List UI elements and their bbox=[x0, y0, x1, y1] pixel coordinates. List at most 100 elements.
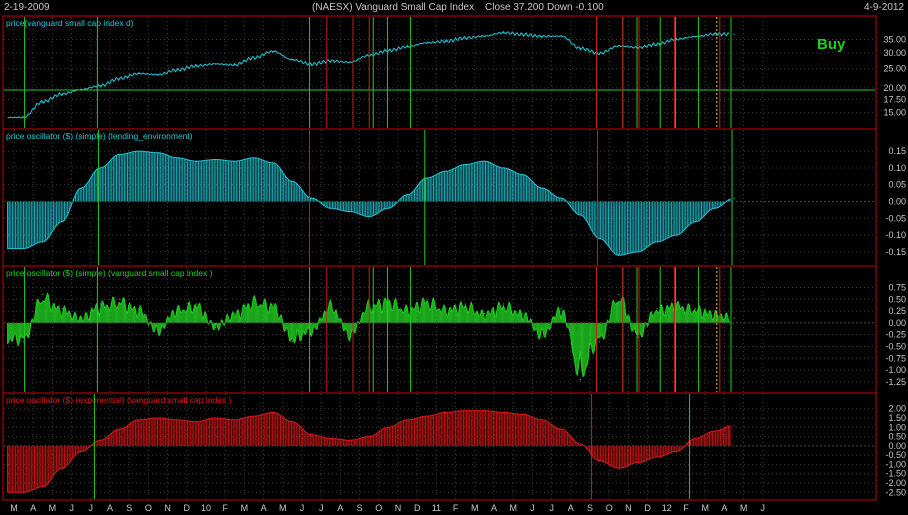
lending-pane-point bbox=[138, 150, 140, 152]
price-point bbox=[119, 77, 121, 80]
lending-pane-point bbox=[445, 170, 447, 172]
exp-osc-pane-point bbox=[579, 443, 582, 445]
x-axis-label: A bbox=[30, 503, 36, 513]
exp-osc-pane-point bbox=[675, 450, 678, 453]
price-point bbox=[426, 42, 428, 44]
price-point bbox=[330, 60, 332, 62]
lending-pane-point bbox=[330, 207, 332, 209]
lending-pane-point bbox=[560, 197, 562, 199]
lending-pane-point bbox=[675, 234, 678, 236]
x-axis-label: A bbox=[337, 503, 343, 513]
simple-osc-pane-point bbox=[215, 326, 217, 329]
simple-osc-pane-point bbox=[157, 331, 159, 333]
x-axis-label: O bbox=[606, 503, 613, 513]
simple-osc-pane-point bbox=[291, 341, 293, 343]
lending-pane-point bbox=[483, 160, 485, 162]
exp-osc-pane-point bbox=[234, 419, 236, 421]
lending-pane-point bbox=[157, 152, 159, 154]
x-axis-label: F bbox=[222, 503, 228, 513]
x-axis-label: M bbox=[509, 503, 517, 513]
simple-osc-pane-point bbox=[675, 303, 678, 305]
simple-osc-pane-point bbox=[253, 298, 255, 300]
lending-pane-tick-label: -0.15 bbox=[885, 247, 906, 257]
exp-osc-pane-point bbox=[42, 486, 44, 488]
price-point bbox=[23, 116, 25, 118]
lending-pane-tick-label: -0.10 bbox=[885, 230, 906, 240]
simple-osc-pane-tick-label: -0.50 bbox=[885, 341, 906, 351]
exp-osc-pane-point bbox=[157, 417, 159, 419]
lending-pane-point bbox=[714, 207, 716, 209]
x-axis-label: S bbox=[126, 503, 132, 513]
simple-osc-pane-tick-label: 0.25 bbox=[888, 306, 906, 316]
exp-osc-pane-point bbox=[195, 421, 197, 423]
exp-osc-pane-point bbox=[138, 419, 140, 421]
lending-pane-tick-label: 0.00 bbox=[888, 197, 906, 207]
simple-osc-pane-title: price oscillator ($) (simple) (vanguard … bbox=[6, 268, 213, 278]
simple-osc-pane-tick-label: -0.75 bbox=[885, 353, 906, 363]
x-axis-label: A bbox=[721, 503, 727, 513]
lending-pane-point bbox=[80, 187, 82, 189]
exp-osc-pane-point bbox=[426, 415, 428, 417]
exp-osc-pane-point bbox=[407, 419, 409, 421]
simple-osc-pane-point bbox=[23, 341, 25, 343]
lending-pane-tick-label: 0.05 bbox=[888, 180, 906, 190]
simple-osc-pane-tick-label: 0.50 bbox=[888, 294, 906, 304]
simple-osc-pane-tick-label: -1.25 bbox=[885, 377, 906, 387]
exp-osc-pane-point bbox=[599, 460, 601, 462]
price-point bbox=[138, 72, 140, 75]
simple-osc-pane-point bbox=[407, 308, 409, 310]
x-axis-label: M bbox=[10, 503, 18, 513]
x-axis-label: M bbox=[241, 503, 249, 513]
lending-pane-point bbox=[253, 157, 255, 159]
lending-pane-point bbox=[291, 180, 293, 182]
price-point bbox=[560, 35, 562, 37]
price-point bbox=[387, 49, 389, 52]
simple-osc-pane-point bbox=[387, 298, 389, 300]
exp-osc-pane-point bbox=[522, 413, 524, 415]
price-point bbox=[637, 46, 639, 49]
x-axis-label: J bbox=[530, 503, 535, 513]
price-pane-frame bbox=[2, 15, 877, 130]
exp-osc-pane-point bbox=[464, 409, 466, 412]
lending-pane-point bbox=[522, 174, 524, 176]
lending-pane-point bbox=[23, 247, 25, 250]
price-point bbox=[733, 33, 735, 35]
x-axis-label: J bbox=[300, 503, 305, 513]
simple-osc-pane-point bbox=[560, 308, 562, 310]
lending-pane-point bbox=[579, 214, 582, 216]
exp-osc-pane-point bbox=[119, 428, 121, 430]
lending-pane-point bbox=[311, 197, 313, 199]
price-point bbox=[695, 36, 697, 38]
price-point bbox=[349, 61, 351, 63]
x-axis-label: M bbox=[701, 503, 709, 513]
chart-area[interactable]: 35.00 30.00 25.00 20.0017.50 15.00 Buy price(v… bbox=[0, 0, 908, 515]
price-pane-tick-label: 30.00 bbox=[883, 48, 906, 58]
price-point bbox=[483, 35, 485, 37]
x-axis-label: 10 bbox=[201, 503, 211, 513]
simple-osc-pane-point bbox=[618, 293, 620, 296]
price-point bbox=[80, 88, 82, 91]
price-pane-tick-label: 17.50 bbox=[883, 94, 906, 104]
exp-osc-pane-point bbox=[733, 424, 735, 427]
price-pane-tick-label: 25.00 bbox=[883, 64, 906, 74]
simple-osc-pane-point bbox=[195, 303, 197, 305]
price-pane-tick-label: 35.00 bbox=[883, 35, 906, 45]
exp-osc-pane-point bbox=[215, 417, 217, 419]
price-point bbox=[99, 85, 101, 87]
price-point bbox=[176, 69, 178, 71]
simple-osc-pane-point bbox=[311, 331, 313, 333]
x-axis-label: S bbox=[357, 503, 363, 513]
exp-osc-pane-point bbox=[714, 430, 716, 432]
simple-osc-pane-point bbox=[483, 312, 485, 315]
price-point bbox=[579, 47, 582, 49]
x-axis-label: J bbox=[761, 503, 766, 513]
simple-osc-pane-point bbox=[503, 303, 505, 305]
simple-osc-pane-point bbox=[599, 341, 601, 343]
x-axis-label: A bbox=[107, 503, 113, 513]
lending-pane-point bbox=[387, 207, 389, 209]
simple-osc-pane-point bbox=[349, 336, 351, 338]
simple-osc-pane-tick-label: -1.00 bbox=[885, 365, 906, 375]
simple-osc-pane-point bbox=[42, 293, 44, 296]
lending-pane-title: price oscillator ($) (simple) (lending_e… bbox=[6, 131, 193, 141]
exp-osc-pane-point bbox=[483, 409, 485, 412]
